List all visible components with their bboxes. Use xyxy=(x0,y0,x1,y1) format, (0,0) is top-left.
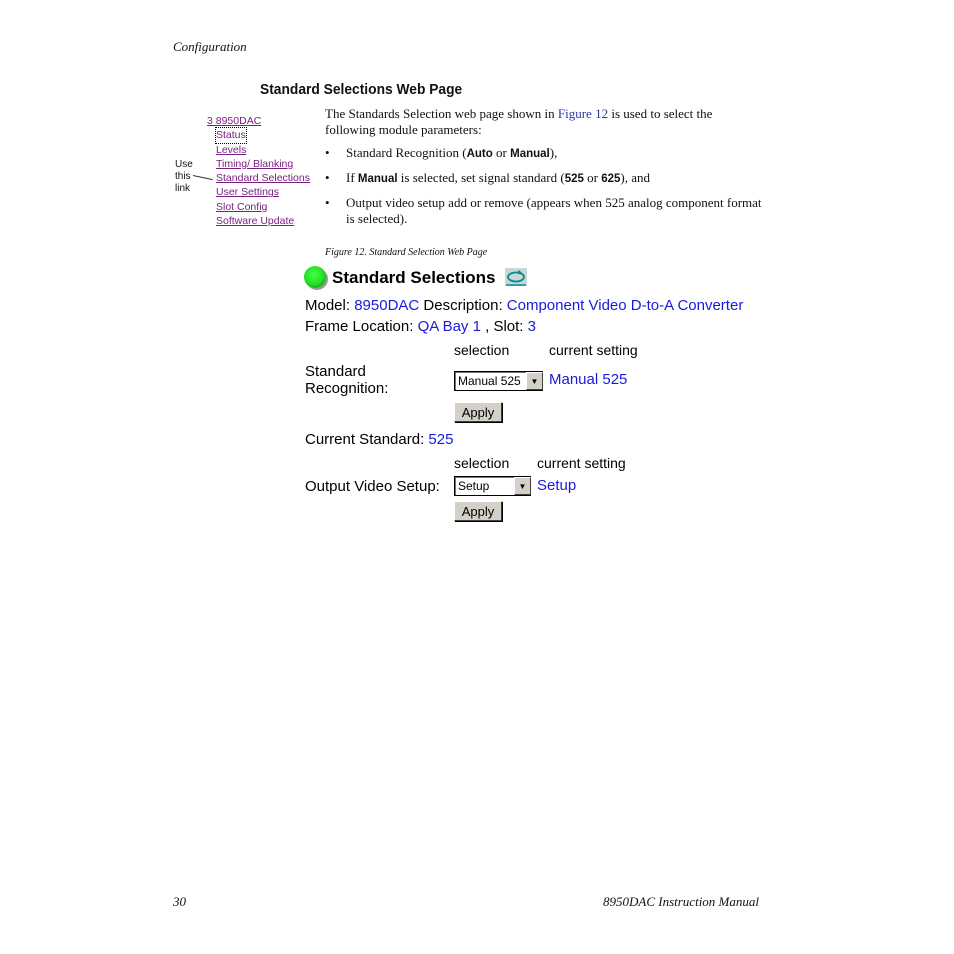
intro-text: The Standards Selection web page shown i… xyxy=(325,106,765,235)
output-video-setup-select[interactable]: Setup ▼ xyxy=(454,476,531,496)
label-line-2: Recognition: xyxy=(305,380,389,397)
model-line: Model: 8950DAC Description: Component Vi… xyxy=(305,297,743,314)
t-bold: 525 xyxy=(564,173,584,185)
dropdown-arrow-icon[interactable]: ▼ xyxy=(526,372,543,390)
nav-item-user-settings[interactable]: User Settings xyxy=(207,185,310,199)
selection-header: selection xyxy=(454,342,510,358)
apply-output-button[interactable]: Apply xyxy=(454,501,502,521)
t: is selected, set signal standard ( xyxy=(397,170,565,185)
current-standard-label: Current Standard: xyxy=(305,431,429,448)
standard-recognition-label: Standard Recognition: xyxy=(305,363,388,397)
slot-value: 3 xyxy=(527,318,536,335)
current-standard-value: 525 xyxy=(428,431,454,448)
output-video-setup-label: Output Video Setup: xyxy=(305,478,440,495)
parameter-list: Standard Recognition (Auto or Manual), I… xyxy=(325,145,765,227)
t: or xyxy=(492,145,511,160)
model-value: 8950DAC xyxy=(354,297,420,314)
running-header: Configuration xyxy=(173,39,247,54)
figure-caption: Figure 12. Standard Selection Web Page xyxy=(325,247,488,258)
nav-item-standard-selections[interactable]: Standard Selections xyxy=(207,171,310,185)
callout-line-2: this xyxy=(175,171,191,182)
web-page-title: Standard Selections xyxy=(332,268,496,287)
nav-root-link[interactable]: 3 8950DAC xyxy=(207,114,310,128)
standard-recognition-select[interactable]: Manual 525 ▼ xyxy=(454,371,543,391)
intro-paragraph: The Standards Selection web page shown i… xyxy=(325,106,765,138)
section-title: Standard Selections Web Page xyxy=(260,81,463,98)
frame-location-line: Frame Location: QA Bay 1 , Slot: 3 xyxy=(305,318,536,335)
frame-location-label: Frame Location: xyxy=(305,318,418,335)
model-label: Model: xyxy=(305,297,355,314)
nav-item-software-update[interactable]: Software Update xyxy=(207,214,310,228)
apply-standard-button[interactable]: Apply xyxy=(454,402,502,422)
nav-item-slot-config[interactable]: Slot Config xyxy=(207,200,310,214)
t: or xyxy=(583,170,602,185)
current-standard-line: Current Standard: 525 xyxy=(305,431,453,448)
callout-line-1: Use xyxy=(175,159,193,170)
output-video-setup-current: Setup xyxy=(537,477,577,494)
nav-item-status[interactable]: Status xyxy=(207,127,310,144)
t-bold: Auto xyxy=(466,148,493,160)
slot-label: , Slot: xyxy=(480,318,528,335)
bullet-item: Output video setup add or remove (appear… xyxy=(325,195,765,227)
t-bold: Manual xyxy=(357,173,398,185)
nav-item-status-label: Status xyxy=(215,127,247,144)
current-setting-header: current setting xyxy=(537,455,626,471)
t: ), and xyxy=(620,170,651,185)
callout-label: Use this link xyxy=(175,159,193,195)
frame-location-value: QA Bay 1 xyxy=(417,318,481,335)
select-value: Manual 525 xyxy=(458,374,521,388)
selection-header: selection xyxy=(454,455,510,471)
nav-item-timing-blanking[interactable]: Timing/ Blanking xyxy=(207,157,310,171)
t: ), xyxy=(549,145,558,160)
manual-title: 8950DAC Instruction Manual xyxy=(603,894,759,909)
t: Standard Recognition ( xyxy=(346,145,467,160)
select-value: Setup xyxy=(458,479,490,493)
nav-tree: 3 8950DAC Status Levels Timing/ Blanking… xyxy=(207,114,310,228)
t-bold: 625 xyxy=(601,173,621,185)
dropdown-arrow-icon[interactable]: ▼ xyxy=(514,477,531,495)
description-label: Description: xyxy=(419,297,507,314)
label-line-1: Standard xyxy=(305,363,366,380)
status-indicator-icon xyxy=(304,266,326,288)
bullet-item: If Manual is selected, set signal standa… xyxy=(325,170,765,187)
figure-link[interactable]: Figure 12 xyxy=(558,106,608,121)
callout-line-3: link xyxy=(175,183,191,194)
standard-recognition-current: Manual 525 xyxy=(549,371,628,388)
refresh-icon[interactable] xyxy=(505,268,527,286)
t-bold: Manual xyxy=(510,148,550,160)
current-setting-header: current setting xyxy=(549,342,638,358)
intro-pre: The Standards Selection web page shown i… xyxy=(325,106,558,121)
t: If xyxy=(346,170,358,185)
bullet-item: Standard Recognition (Auto or Manual), xyxy=(325,145,765,162)
description-value: Component Video D-to-A Converter xyxy=(506,297,744,314)
nav-item-levels[interactable]: Levels xyxy=(207,143,310,157)
page-number: 30 xyxy=(173,894,186,909)
